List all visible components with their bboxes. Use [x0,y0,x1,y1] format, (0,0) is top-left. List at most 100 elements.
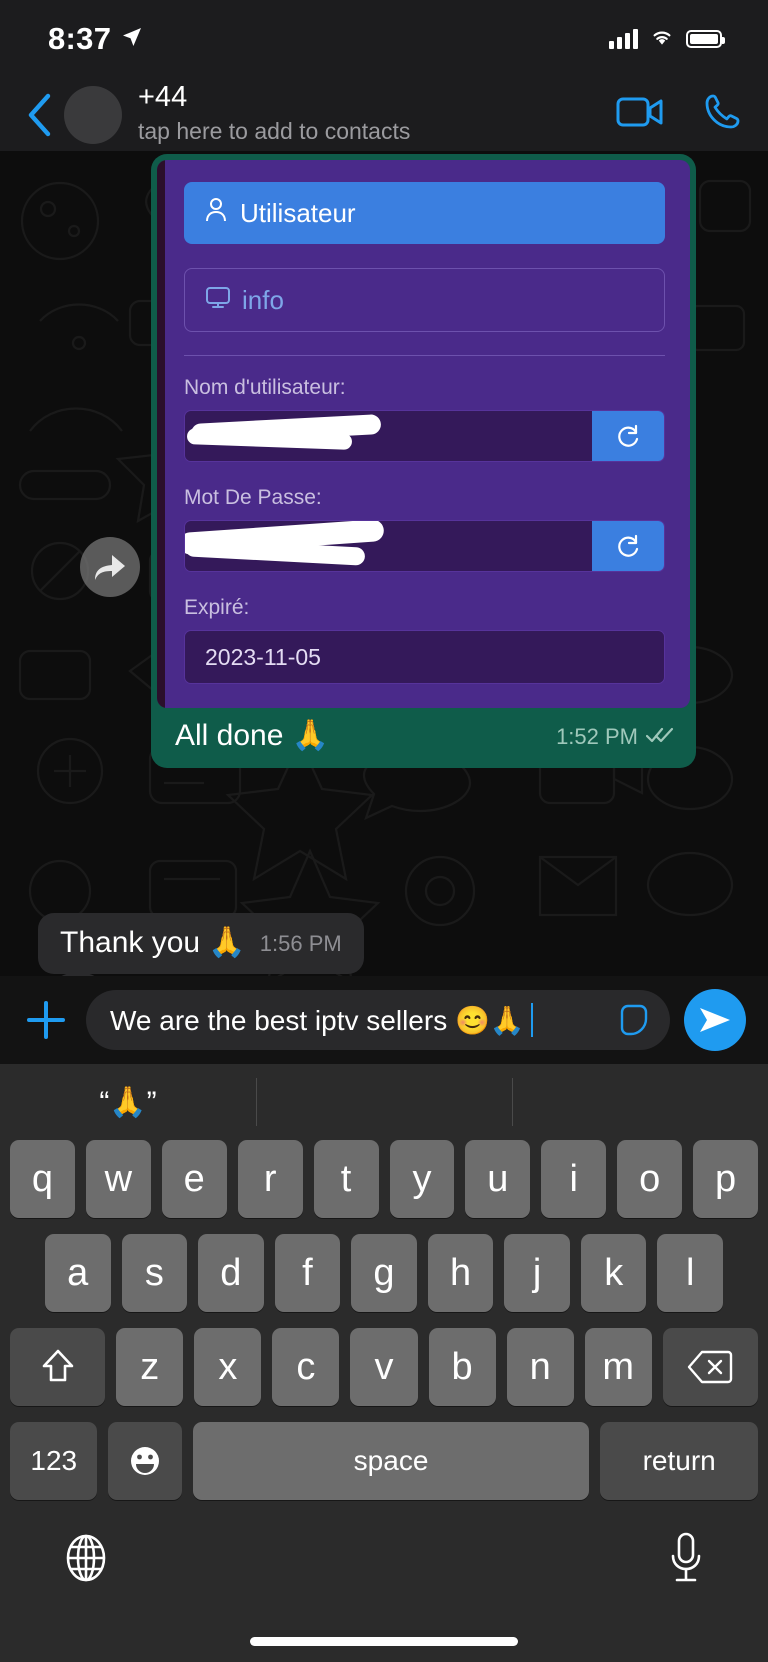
username-input[interactable] [185,411,592,461]
key-z[interactable]: z [116,1328,184,1406]
info-pill-label: info [242,284,284,315]
key-m[interactable]: m [584,1328,652,1406]
key-q[interactable]: q [9,1140,75,1218]
location-arrow-icon [120,21,144,57]
shift-arrow-icon[interactable] [9,1328,106,1406]
key-c[interactable]: c [272,1328,340,1406]
suggestion-0[interactable]: “🙏” [0,1064,256,1140]
status-indicators [609,27,725,52]
space-key[interactable]: space [192,1422,590,1500]
user-pill-label: Utilisateur [240,197,356,228]
iptv-credentials-card: Utilisateur info Nom d'utilisateur: Mot … [157,160,690,708]
password-refresh-button[interactable] [592,521,664,571]
card-divider [184,355,665,356]
key-b[interactable]: b [428,1328,496,1406]
message-composer-bar: We are the best iptv sellers 😊🙏 [0,976,768,1064]
message-input-wrapper[interactable]: We are the best iptv sellers 😊🙏 [86,990,670,1050]
contact-name: +44 [138,82,188,114]
microphone-icon[interactable] [664,1530,708,1591]
expiry-value: 2023-11-05 [205,643,321,670]
key-h[interactable]: h [427,1234,494,1312]
username-label: Nom d'utilisateur: [184,376,346,399]
outgoing-message-text: All done 🙏 [175,719,330,752]
text-caret [530,1003,533,1037]
outgoing-message-meta: 1:52 PM [556,724,674,754]
expiry-field-row[interactable]: 2023-11-05 [184,630,665,684]
info-pill[interactable]: info [184,268,665,332]
add-contact-hint: tap here to add to contacts [138,117,411,144]
key-y[interactable]: y [389,1140,455,1218]
key-a[interactable]: a [44,1234,111,1312]
home-indicator[interactable] [250,1636,518,1646]
username-refresh-button[interactable] [592,411,664,461]
video-camera-icon[interactable] [616,95,664,134]
home-indicator-area [0,1620,768,1662]
username-field-row[interactable] [184,410,665,462]
numbers-key[interactable]: 123 [10,1422,98,1500]
key-e[interactable]: e [161,1140,227,1218]
keyboard-bottom-bar [0,1500,768,1620]
expiry-label: Expiré: [184,596,250,619]
suggestion-1[interactable] [256,1064,512,1140]
outgoing-bubble-footer: All done 🙏 1:52 PM [157,708,690,768]
send-paper-plane-icon[interactable] [684,989,746,1051]
wifi-icon [649,27,675,52]
password-field-row[interactable] [184,520,665,572]
expiry-input[interactable]: 2023-11-05 [185,631,664,683]
chat-header: +44 tap here to add to contacts [0,78,768,151]
key-j[interactable]: j [504,1234,570,1312]
header-actions [616,92,742,137]
key-p[interactable]: p [693,1140,759,1218]
password-label: Mot De Passe: [184,486,322,509]
password-input[interactable] [185,521,592,571]
predictive-suggestion-bar: “🙏” [0,1064,768,1140]
key-r[interactable]: r [237,1140,303,1218]
key-u[interactable]: u [465,1140,531,1218]
avatar[interactable] [64,85,122,144]
chat-message-area: Utilisateur info Nom d'utilisateur: Mot … [0,151,768,976]
key-n[interactable]: n [506,1328,574,1406]
person-icon [204,197,228,230]
status-time: 8:37 [48,21,112,56]
forward-arrow-icon[interactable] [80,537,140,597]
emoji-smiley-icon[interactable] [108,1422,182,1500]
outgoing-message-bubble[interactable]: Utilisateur info Nom d'utilisateur: Mot … [151,154,696,768]
return-key[interactable]: return [600,1422,758,1500]
back-chevron-icon[interactable] [16,93,62,137]
key-f[interactable]: f [274,1234,341,1312]
sticker-icon[interactable] [602,1002,652,1038]
key-i[interactable]: i [541,1140,607,1218]
status-bar: 8:37 [0,0,768,78]
key-w[interactable]: w [85,1140,151,1218]
phone-screen: 8:37 +44 tap here to add to contacts Uti… [0,0,768,1662]
key-v[interactable]: v [350,1328,418,1406]
backspace-icon[interactable] [662,1328,759,1406]
key-d[interactable]: d [198,1234,264,1312]
on-screen-keyboard: “🙏” q w e r t y u i o p a s d f g h j k … [0,1064,768,1662]
keyboard-row-3: z x c v b n m [0,1328,768,1406]
key-g[interactable]: g [351,1234,417,1312]
key-x[interactable]: x [194,1328,262,1406]
message-input-value: We are the best iptv sellers 😊🙏 [110,1004,525,1036]
key-l[interactable]: l [657,1234,724,1312]
plus-icon[interactable] [20,997,72,1043]
message-input[interactable]: We are the best iptv sellers 😊🙏 [110,1003,596,1037]
incoming-message-text: Thank you 🙏 [60,926,246,959]
phone-icon[interactable] [702,92,742,137]
key-o[interactable]: o [617,1140,683,1218]
suggestion-2[interactable] [512,1064,768,1140]
incoming-message-bubble[interactable]: Thank you 🙏 1:56 PM [38,913,364,974]
monitor-icon [205,285,231,316]
keyboard-row-2: a s d f g h j k l [0,1234,768,1312]
header-text[interactable]: +44 tap here to add to contacts [138,82,616,147]
key-k[interactable]: k [580,1234,647,1312]
user-pill[interactable]: Utilisateur [184,182,665,244]
incoming-timestamp: 1:56 PM [259,931,342,956]
keyboard-row-1: q w e r t y u i o p [0,1140,768,1218]
globe-icon[interactable] [60,1532,112,1589]
key-s[interactable]: s [121,1234,188,1312]
messages-list: Utilisateur info Nom d'utilisateur: Mot … [0,151,768,976]
keyboard-row-4: 123 space return [0,1422,768,1500]
outgoing-timestamp: 1:52 PM [556,724,638,749]
key-t[interactable]: t [313,1140,379,1218]
